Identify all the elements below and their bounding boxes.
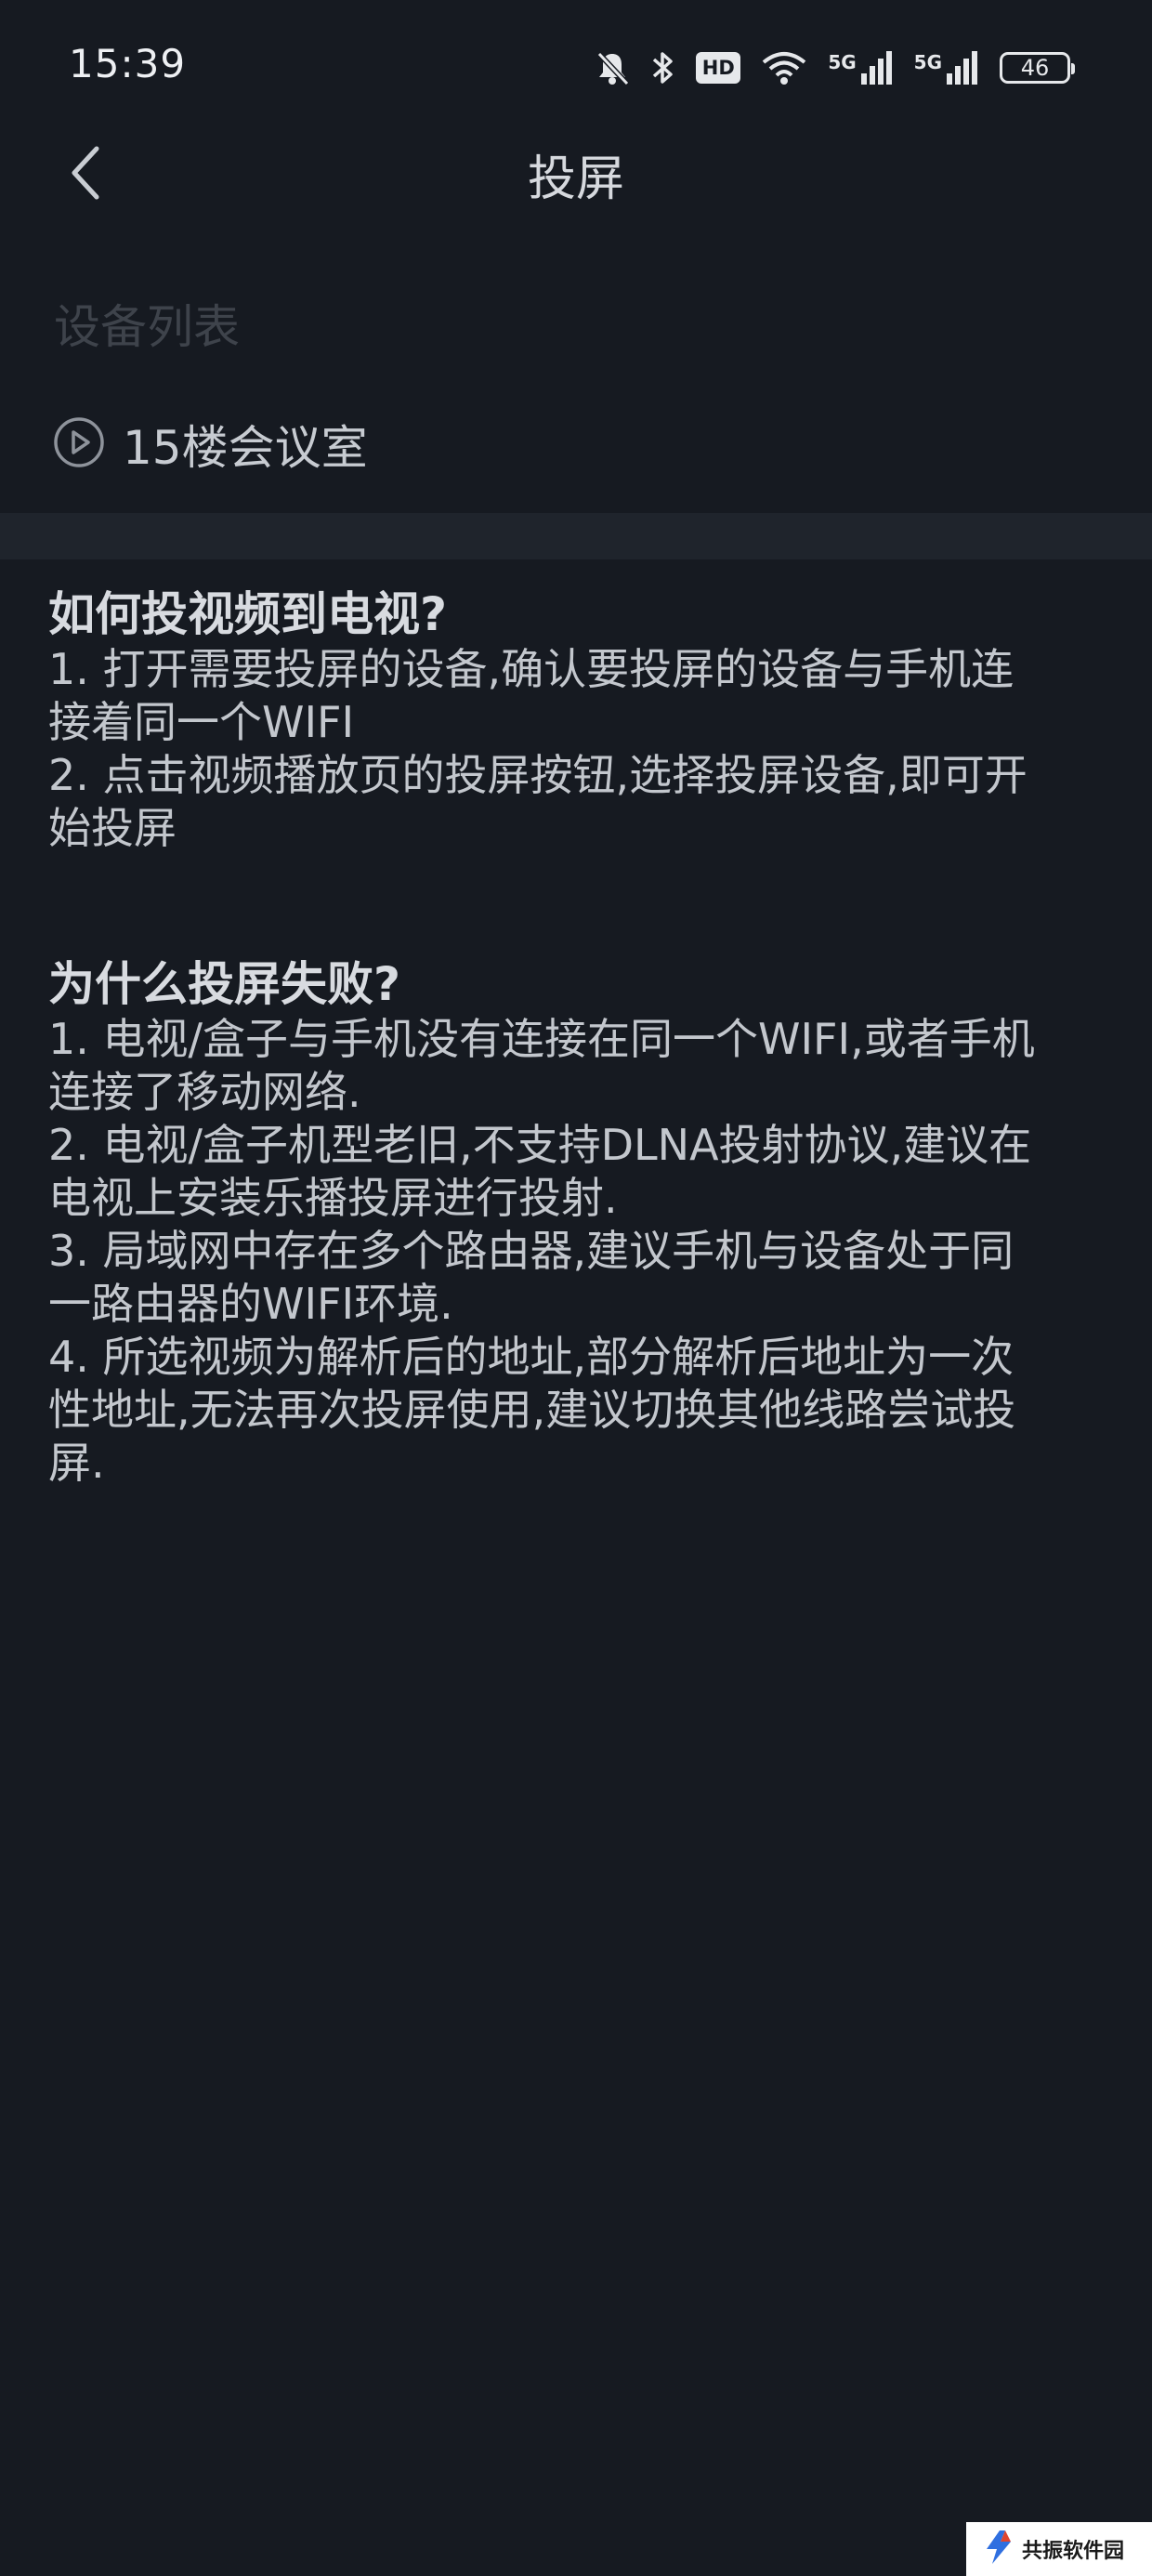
help-line: 3. 局域网中存在多个路由器,建议手机与设备处于同 <box>48 1226 1015 1276</box>
watermark-text: 共振软件园 <box>1022 2540 1125 2563</box>
help-line: 一路由器的WIFI环境. <box>48 1279 453 1329</box>
help-line: 接着同一个WIFI <box>48 697 355 747</box>
hd-label: HD <box>701 57 735 79</box>
help-line: 连接了移动网络. <box>48 1067 361 1117</box>
battery-level: 46 <box>1020 55 1050 81</box>
network-label: 5G <box>828 51 857 73</box>
help-block-how: 如何投视频到电视? 1. 打开需要投屏的设备,确认要投屏的设备与手机连 接着同一… <box>48 585 1089 855</box>
bluetooth-icon <box>651 49 675 86</box>
help-block-why-fail: 为什么投屏失败? 1. 电视/盒子与手机没有连接在同一个WIFI,或者手机 连接… <box>48 955 1089 1490</box>
nav-bar: 投屏 <box>0 130 1152 216</box>
signal-5g-icon: 5G <box>914 51 979 85</box>
help-line: 2. 电视/盒子机型老旧,不支持DLNA投射协议,建议在 <box>48 1120 1032 1170</box>
help-line: 4. 所选视频为解析后的地址,部分解析后地址为一次 <box>48 1332 1015 1382</box>
section-divider <box>0 513 1152 559</box>
wifi-icon <box>761 49 807 86</box>
bell-off-icon <box>594 49 631 86</box>
help-content: 如何投视频到电视? 1. 打开需要投屏的设备,确认要投屏的设备与手机连 接着同一… <box>48 585 1089 1590</box>
help-line: 性地址,无法再次投屏使用,建议切换其他线路尝试投 <box>48 1385 1016 1435</box>
status-icons: HD 5G 5G 46 <box>594 43 1075 93</box>
help-line: 1. 打开需要投屏的设备,确认要投屏的设备与手机连 <box>48 644 1015 694</box>
help-line: 1. 电视/盒子与手机没有连接在同一个WIFI,或者手机 <box>48 1014 1035 1064</box>
help-heading: 如何投视频到电视? <box>48 587 448 641</box>
watermark-logo-icon <box>983 2529 1015 2569</box>
device-list-label: 设备列表 <box>54 300 240 354</box>
status-bar: 15:39 HD 5G 5G 46 <box>0 0 1152 139</box>
battery-icon: 46 <box>1000 52 1075 84</box>
status-time: 15:39 <box>69 41 187 86</box>
help-heading: 为什么投屏失败? <box>48 957 401 1011</box>
help-line: 屏. <box>48 1438 105 1488</box>
device-item[interactable]: 15楼会议室 <box>52 407 368 481</box>
help-line: 电视上安装乐播投屏进行投射. <box>48 1173 618 1223</box>
watermark: 共振软件园 <box>966 2522 1152 2576</box>
hd-icon: HD <box>696 52 741 84</box>
play-circle-icon <box>52 415 106 473</box>
device-name: 15楼会议室 <box>123 421 368 475</box>
help-line: 始投屏 <box>48 803 177 853</box>
network-label: 5G <box>913 51 942 73</box>
help-line: 2. 点击视频播放页的投屏按钮,选择投屏设备,即可开 <box>48 750 1028 800</box>
page-title: 投屏 <box>527 151 624 207</box>
signal-5g-icon: 5G <box>828 51 893 85</box>
